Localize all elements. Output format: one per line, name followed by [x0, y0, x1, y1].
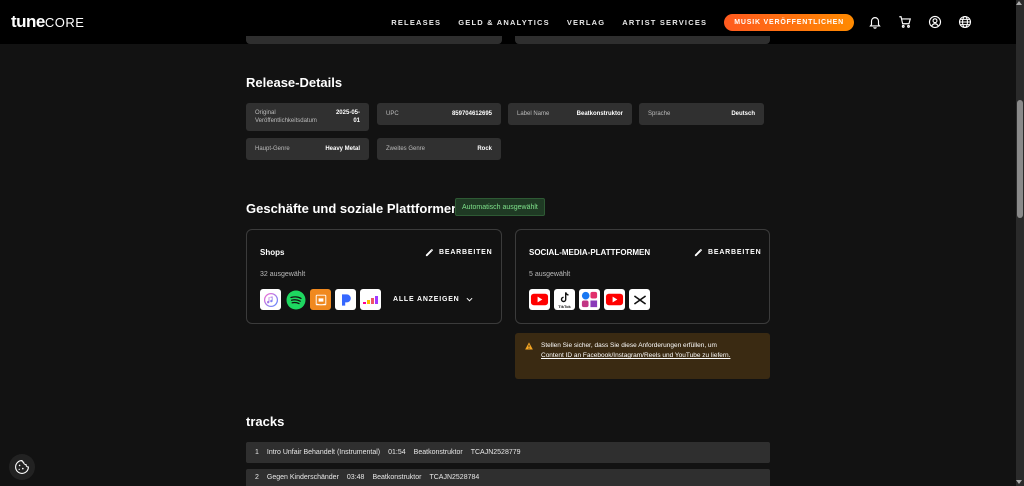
- track-isrc: TCAJN2528779: [470, 449, 521, 456]
- meta-icon: [579, 289, 600, 310]
- detail-original-release-date: Original Veröffentlichkeitsdatum 2025-05…: [246, 103, 369, 131]
- show-all-stores-button[interactable]: ALLE ANZEIGEN: [393, 296, 473, 303]
- detail-main-genre: Haupt-Genre Heavy Metal: [246, 138, 369, 160]
- social-icon-row: TikTok: [529, 289, 654, 310]
- track-name: Gegen Kinderschänder: [266, 474, 339, 481]
- track-row[interactable]: 1 Intro Unfair Behandelt (Instrumental) …: [246, 442, 770, 463]
- shops-panel: Shops BEARBEITEN 32 ausgewählt ALLE ANZE…: [246, 229, 502, 324]
- social-edit-button[interactable]: BEARBEITEN: [694, 248, 762, 257]
- shops-edit-button[interactable]: BEARBEITEN: [425, 248, 493, 257]
- bell-icon[interactable]: [868, 15, 882, 29]
- warning-icon: [525, 342, 533, 350]
- track-number: 1: [255, 449, 259, 456]
- nav-link-publishing[interactable]: VERLAG: [567, 18, 605, 27]
- tracks-title: tracks: [246, 414, 285, 429]
- publish-music-button[interactable]: MUSIK VERÖFFENTLICHEN: [724, 13, 854, 31]
- shops-count: 32 ausgewählt: [260, 271, 306, 278]
- pencil-icon: [425, 249, 433, 257]
- track-row[interactable]: 2 Gegen Kinderschänder 03:48 Beatkonstru…: [246, 469, 770, 486]
- tunecore-logo[interactable]: tune CORE: [11, 12, 84, 32]
- scroll-down-arrow-icon[interactable]: [1016, 480, 1022, 484]
- youtube-icon: [529, 289, 550, 310]
- track-duration: 01:54: [388, 449, 406, 456]
- deezer-icon: [360, 289, 381, 310]
- social-platforms-title: SOCIAL-MEDIA-PLATTFORMEN: [529, 248, 651, 257]
- page-scrollbar[interactable]: [1016, 0, 1024, 486]
- auto-selected-badge: Automatisch ausgewählt: [455, 198, 545, 216]
- previous-section-card-left: [246, 36, 502, 44]
- track-number: 2: [255, 474, 259, 481]
- social-count: 5 ausgewählt: [529, 271, 571, 278]
- tiktok-icon: TikTok: [554, 289, 575, 310]
- track-artist: Beatkonstruktor: [372, 474, 422, 481]
- cart-icon[interactable]: [898, 15, 912, 29]
- scroll-up-arrow-icon[interactable]: [1016, 1, 1022, 5]
- nav-link-releases[interactable]: RELEASES: [391, 18, 441, 27]
- track-name: Intro Unfair Behandelt (Instrumental): [266, 449, 381, 456]
- amazon-music-icon: [310, 289, 331, 310]
- cookie-icon: [15, 460, 29, 474]
- itunes-icon: [260, 289, 281, 310]
- shops-title: Shops: [260, 248, 285, 257]
- pandora-icon: [335, 289, 356, 310]
- detail-label-name: Label Name Beatkonstruktor: [508, 103, 632, 125]
- pencil-icon: [694, 249, 702, 257]
- track-duration: 03:48: [346, 474, 365, 481]
- user-icon[interactable]: [928, 15, 942, 29]
- nav-link-money-analytics[interactable]: GELD & ANALYTICS: [458, 18, 550, 27]
- youtube-content-id-icon: [604, 289, 625, 310]
- previous-section-card-right: [515, 36, 770, 44]
- content-id-warning: Stellen Sie sicher, dass Sie diese Anfor…: [515, 333, 770, 379]
- track-artist: Beatkonstruktor: [413, 449, 463, 456]
- social-platforms-panel: SOCIAL-MEDIA-PLATTFORMEN BEARBEITEN 5 au…: [515, 229, 770, 324]
- content-id-link[interactable]: Content ID an Facebook/Instagram/Reels u…: [541, 352, 730, 359]
- detail-second-genre: Zweites Genre Rock: [377, 138, 501, 160]
- chevron-down-icon: [466, 297, 472, 302]
- top-navbar: tune CORE RELEASES GELD & ANALYTICS VERLA…: [0, 0, 1016, 44]
- shops-icon-row: ALLE ANZEIGEN: [260, 289, 473, 310]
- track-isrc: TCAJN2528784: [429, 474, 480, 481]
- nav-link-artist-services[interactable]: ARTIST SERVICES: [622, 18, 707, 27]
- globe-icon[interactable]: [958, 15, 972, 29]
- detail-language: Sprache Deutsch: [639, 103, 764, 125]
- stores-section-title: Geschäfte und soziale Plattformen: [246, 201, 460, 216]
- spotify-icon: [285, 289, 306, 310]
- capcut-icon: [629, 289, 650, 310]
- detail-upc: UPC 859704612695: [377, 103, 501, 125]
- cookie-settings-button[interactable]: [9, 454, 35, 480]
- release-details-title: Release-Details: [246, 75, 343, 90]
- scrollbar-thumb[interactable]: [1017, 100, 1023, 218]
